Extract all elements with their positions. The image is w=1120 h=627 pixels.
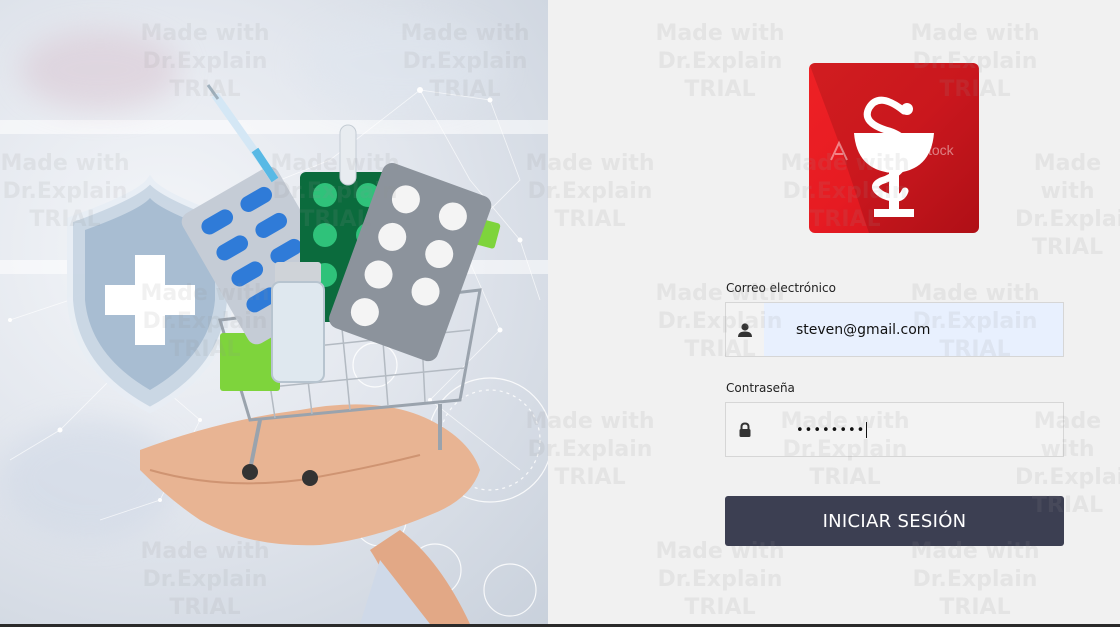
lock-icon xyxy=(739,421,751,437)
login-panel: stock Correo electrónico steven@gmail.co… xyxy=(548,0,1120,624)
email-label: Correo electrónico xyxy=(726,281,836,295)
pharmacy-logo: stock xyxy=(809,63,979,233)
password-label: Contraseña xyxy=(726,381,795,395)
user-icon xyxy=(738,322,752,337)
password-value[interactable]: •••••••• xyxy=(764,421,868,438)
pharmacy-illustration xyxy=(8,84,548,624)
email-field[interactable]: steven@gmail.com xyxy=(725,302,1064,357)
text-caret xyxy=(866,421,868,438)
hero-image xyxy=(0,0,548,624)
lock-icon-box xyxy=(726,403,764,456)
logo-watermark: stock xyxy=(921,142,955,158)
caduceus-icon: stock xyxy=(809,63,979,233)
password-field[interactable]: •••••••• xyxy=(725,402,1064,457)
email-value[interactable]: steven@gmail.com xyxy=(764,322,930,338)
login-button[interactable]: INICIAR SESIÓN xyxy=(725,496,1064,546)
user-icon-box xyxy=(726,303,764,356)
password-dots: •••••••• xyxy=(796,422,866,438)
